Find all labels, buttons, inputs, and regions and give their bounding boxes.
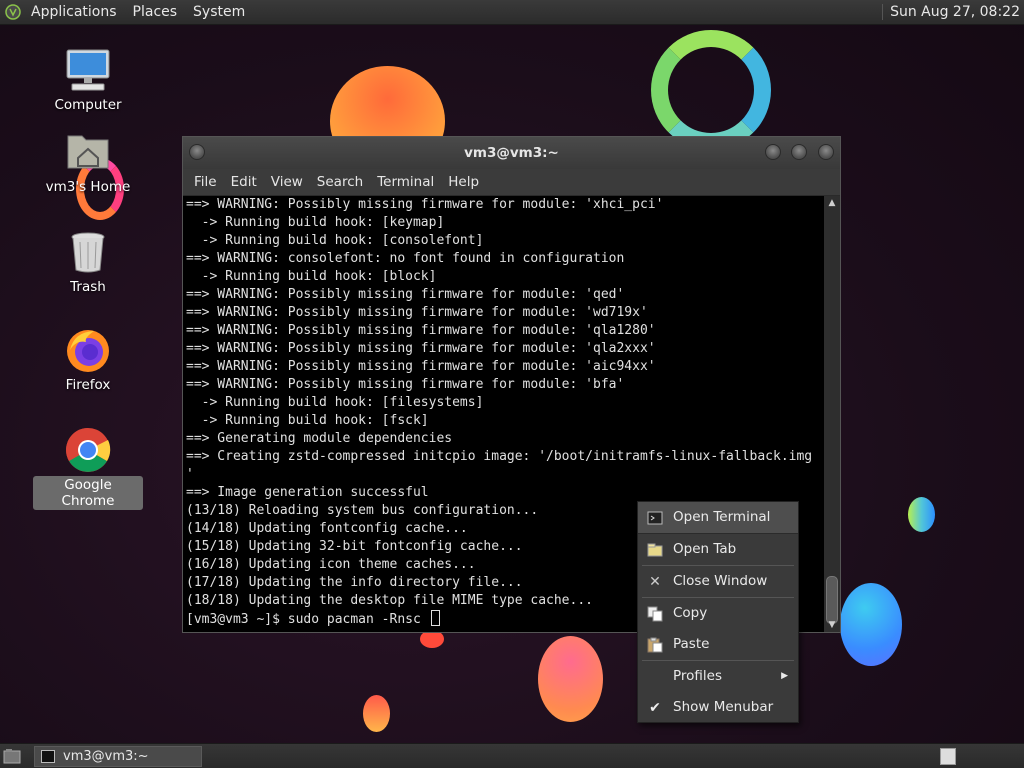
ctx-item-label: Profiles — [673, 668, 723, 684]
terminal-icon — [41, 750, 55, 763]
scrollbar-thumb[interactable] — [826, 576, 838, 624]
wallpaper-green-dot — [908, 497, 935, 532]
copy-icon — [647, 606, 663, 622]
ctx-open-tab[interactable]: Open Tab — [638, 534, 798, 565]
terminal-line: ==> WARNING: consolefont: no font found … — [186, 251, 625, 266]
ctx-item-label: Paste — [673, 636, 710, 652]
taskbar-button-label: vm3@vm3:~ — [63, 749, 149, 764]
terminal-line: -> Running build hook: [filesystems] — [186, 395, 484, 410]
window-titlebar[interactable]: vm3@vm3:~ — [183, 137, 840, 169]
close-button[interactable] — [818, 144, 834, 160]
ctx-item-label: Copy — [673, 605, 708, 621]
terminal-line: ==> WARNING: Possibly missing firmware f… — [186, 287, 625, 302]
menu-search[interactable]: Search — [310, 169, 370, 195]
menu-edit[interactable]: Edit — [224, 169, 264, 195]
terminal-line: -> Running build hook: [keymap] — [186, 215, 445, 230]
chrome-icon — [64, 426, 112, 474]
terminal-line: -> Running build hook: [fsck] — [186, 413, 429, 428]
text-cursor — [430, 610, 440, 626]
home-folder-icon — [64, 128, 112, 176]
submenu-arrow-icon: ▶ — [781, 671, 788, 681]
firefox-icon — [64, 326, 112, 374]
tab-icon — [647, 542, 663, 558]
desktop-icon-trash[interactable]: Trash — [33, 228, 143, 296]
ctx-open-terminal[interactable]: Open Terminal — [638, 502, 798, 534]
terminal-line: ==> Image generation successful — [186, 485, 429, 500]
terminal-line: ==> WARNING: Possibly missing firmware f… — [186, 305, 648, 320]
terminal-line: ==> Creating zstd-compressed initcpio im… — [186, 449, 813, 464]
ctx-item-label: Close Window — [673, 573, 768, 589]
checkmark-icon: ✔ — [649, 700, 661, 716]
terminal-scrollbar[interactable]: ▲ ▼ — [824, 196, 840, 632]
terminal-prompt: [vm3@vm3 ~]$ sudo pacman -Rnsc — [186, 612, 429, 627]
places-menu[interactable]: Places — [125, 0, 186, 25]
ctx-item-label: Show Menubar — [673, 699, 774, 715]
terminal-menubar: File Edit View Search Terminal Help — [183, 169, 840, 196]
window-menu-button[interactable] — [189, 144, 205, 160]
top-panel: Applications Places System Sun Aug 27, 0… — [0, 0, 1024, 25]
ctx-copy[interactable]: Copy — [638, 598, 798, 629]
terminal-line: ==> WARNING: Possibly missing firmware f… — [186, 377, 625, 392]
desktop-icon-label: Computer — [54, 97, 122, 113]
wallpaper-pink-orb — [538, 636, 603, 722]
wallpaper-blue-orb — [840, 583, 902, 666]
terminal-line: -> Running build hook: [block] — [186, 269, 437, 284]
wallpaper-green-ring — [651, 30, 771, 150]
desktop-icon-chrome[interactable]: Google Chrome — [33, 426, 143, 510]
terminal-line: ==> Generating module dependencies — [186, 431, 453, 446]
taskbar-button-terminal[interactable]: vm3@vm3:~ — [34, 746, 202, 767]
terminal-line: ==> WARNING: Possibly missing firmware f… — [186, 341, 656, 356]
ctx-item-label: Open Terminal — [673, 509, 771, 525]
desktop-icon-label: vm3's Home — [45, 179, 131, 195]
terminal-line: -> Running build hook: [consolefont] — [186, 233, 484, 248]
panel-clock[interactable]: Sun Aug 27, 08:22 — [882, 4, 1024, 20]
workspace-switcher[interactable] — [940, 748, 956, 765]
maximize-button[interactable] — [791, 144, 807, 160]
ctx-paste[interactable]: Paste — [638, 629, 798, 660]
desktop-icon-label: Trash — [70, 279, 106, 295]
terminal-line: ' — [186, 467, 194, 482]
ctx-close-window[interactable]: ✕ Close Window — [638, 566, 798, 597]
menu-file[interactable]: File — [187, 169, 224, 195]
window-title: vm3@vm3:~ — [464, 145, 559, 161]
terminal-line: ==> WARNING: Possibly missing firmware f… — [186, 359, 656, 374]
mate-logo-icon[interactable] — [5, 4, 21, 20]
desktop-icon-firefox[interactable]: Firefox — [33, 326, 143, 394]
terminal-context-menu: Open Terminal Open Tab ✕ Close Window Co… — [637, 501, 799, 723]
paste-icon — [647, 637, 663, 653]
ctx-show-menubar[interactable]: ✔ Show Menubar — [638, 692, 798, 723]
menu-terminal[interactable]: Terminal — [370, 169, 441, 195]
desktop-icon-label: Google Chrome — [33, 476, 143, 510]
trash-icon — [64, 228, 112, 276]
scroll-up-arrow-icon[interactable]: ▲ — [824, 196, 840, 210]
desktop-icon-computer[interactable]: Computer — [33, 46, 143, 114]
scroll-down-arrow-icon[interactable]: ▼ — [824, 618, 840, 632]
wallpaper-small-orange-orb — [363, 695, 390, 732]
terminal-line: ==> WARNING: Possibly missing firmware f… — [186, 323, 656, 338]
menu-view[interactable]: View — [264, 169, 310, 195]
close-icon: ✕ — [649, 574, 661, 590]
system-menu[interactable]: System — [185, 0, 253, 25]
minimize-button[interactable] — [765, 144, 781, 160]
bottom-panel: vm3@vm3:~ — [0, 743, 1024, 768]
desktop-icon-label: Firefox — [65, 377, 111, 393]
show-desktop-icon[interactable] — [3, 748, 21, 764]
applications-menu[interactable]: Applications — [23, 0, 125, 25]
terminal-line: ==> WARNING: Possibly missing firmware f… — [186, 197, 664, 212]
ctx-item-label: Open Tab — [673, 541, 737, 557]
terminal-icon — [647, 510, 663, 526]
computer-icon — [64, 46, 112, 94]
menu-help[interactable]: Help — [441, 169, 486, 195]
desktop-icon-home[interactable]: vm3's Home — [33, 128, 143, 196]
ctx-profiles[interactable]: Profiles ▶ — [638, 661, 798, 692]
